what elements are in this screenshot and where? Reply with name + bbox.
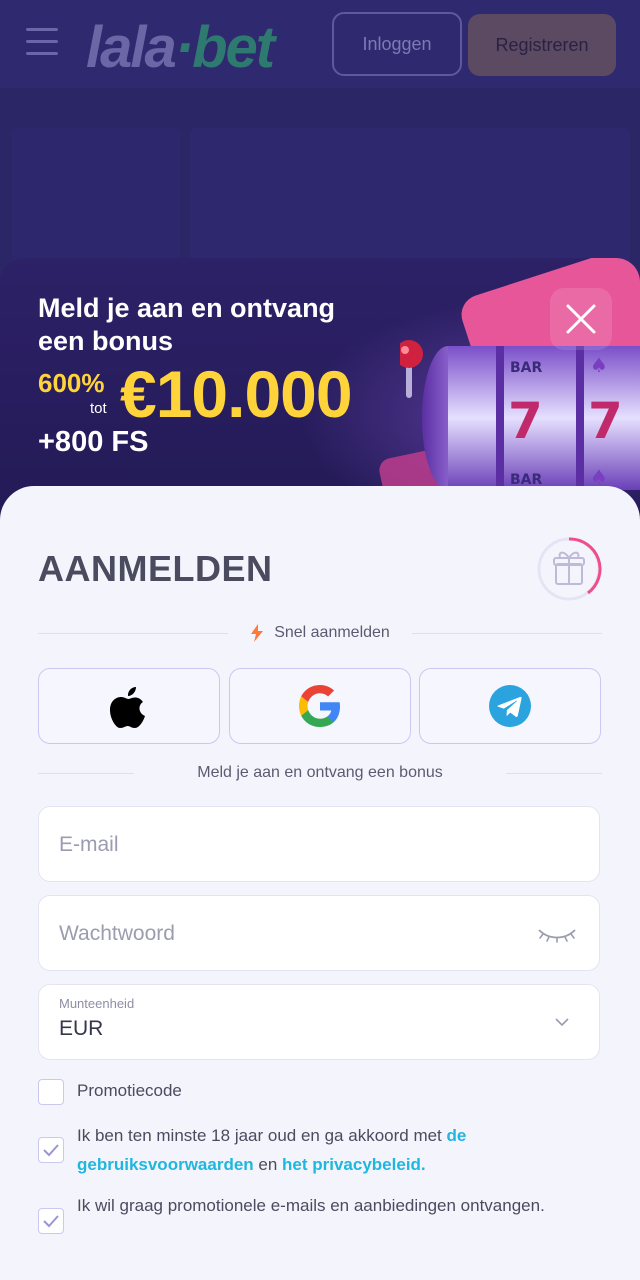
privacy-link[interactable]: het privacybeleid.: [282, 1155, 426, 1174]
gift-icon[interactable]: [536, 536, 602, 602]
bonus-divider-label: Meld je aan en ontvang een bonus: [197, 764, 443, 781]
telegram-signin-button[interactable]: [419, 668, 601, 744]
check-icon: [43, 1144, 59, 1157]
login-button[interactable]: Inloggen: [332, 12, 462, 76]
lightning-icon: [251, 624, 264, 642]
currency-select[interactable]: Munteenheid EUR: [38, 984, 600, 1060]
chevron-down-icon: [555, 1018, 569, 1027]
marketing-checkbox[interactable]: [38, 1208, 64, 1234]
svg-text:7: 7: [508, 392, 543, 450]
bonus-percent: 600%: [38, 368, 105, 398]
bonus-banner: Meld je aan en ontvang een bonus 600% to…: [0, 258, 640, 518]
marketing-text: Ik wil graag promotionele e-mails en aan…: [77, 1196, 545, 1215]
close-icon: [566, 304, 596, 334]
google-signin-button[interactable]: [229, 668, 411, 744]
slot-machine-icon: 7 7 BAR BAR ♠ ♠: [400, 340, 640, 490]
check-icon: [43, 1215, 59, 1228]
svg-text:♠: ♠: [590, 353, 608, 377]
quick-signup-divider: Snel aanmelden: [38, 623, 603, 643]
bonus-amount: €10.000: [120, 357, 353, 431]
bonus-divider: Meld je aan en ontvang een bonus: [38, 763, 602, 783]
email-placeholder: E-mail: [59, 833, 119, 856]
site-logo[interactable]: lala·bet: [86, 14, 275, 81]
register-button[interactable]: Registreren: [468, 14, 616, 76]
password-placeholder: Wachtwoord: [59, 922, 175, 945]
currency-value: EUR: [59, 1017, 104, 1040]
svg-text:BAR: BAR: [510, 360, 543, 376]
promo-code-checkbox[interactable]: [38, 1079, 64, 1105]
currency-label: Munteenheid: [59, 996, 135, 1011]
close-button[interactable]: [550, 288, 612, 350]
form-title: AANMELDEN: [38, 548, 273, 589]
apple-icon: [110, 687, 145, 728]
google-icon: [299, 685, 340, 727]
terms-text: Ik ben ten minste 18 jaar oud en ga akko…: [77, 1126, 467, 1174]
top-navbar: lala·bet Inloggen Registreren: [0, 0, 640, 88]
eye-closed-icon[interactable]: [537, 926, 577, 944]
terms-checkbox[interactable]: [38, 1137, 64, 1163]
quick-signup-label: Snel aanmelden: [274, 624, 390, 641]
register-sheet: AANMELDEN Snel aanmelden Meld je aan en …: [0, 486, 640, 1280]
bonus-free-spins: +800 FS: [38, 426, 149, 458]
svg-text:7: 7: [588, 392, 623, 450]
password-field[interactable]: Wachtwoord: [38, 895, 600, 971]
banner-title: Meld je aan en ontvang een bonus: [38, 293, 336, 356]
promo-code-label[interactable]: Promotiecode: [77, 1076, 547, 1105]
bonus-tot: tot: [90, 400, 107, 417]
telegram-icon: [489, 685, 531, 727]
menu-icon[interactable]: [26, 28, 58, 56]
apple-signin-button[interactable]: [38, 668, 220, 744]
email-field[interactable]: E-mail: [38, 806, 600, 882]
